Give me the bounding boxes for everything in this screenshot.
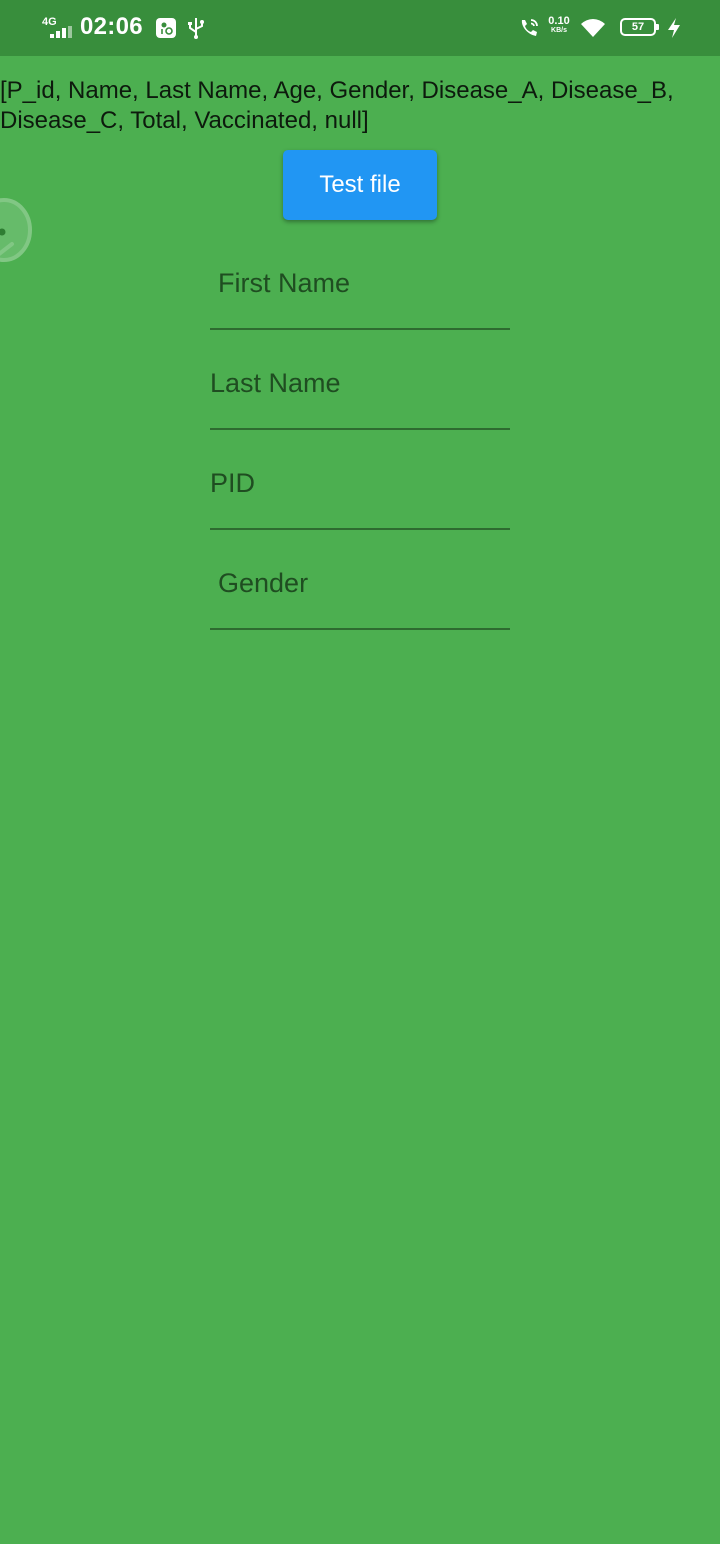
wifi-icon [581, 19, 605, 37]
csv-header-text: [P_id, Name, Last Name, Age, Gender, Dis… [0, 77, 674, 134]
gender-input[interactable] [210, 568, 508, 599]
last-name-field[interactable] [210, 358, 510, 430]
pid-input[interactable] [210, 468, 500, 499]
network-speed-value: 0.10 [548, 15, 570, 27]
battery-level: 57 [631, 21, 645, 33]
status-bar: 4G 02:06 0.10 KB/s 57 [0, 0, 720, 56]
charging-icon [668, 18, 680, 38]
battery-icon: 57 [620, 18, 659, 36]
test-file-button[interactable]: Test file [283, 150, 437, 220]
first-name-field[interactable] [210, 258, 510, 330]
usb-icon [188, 18, 204, 39]
usb-debugging-icon [156, 18, 176, 38]
network-speed-unit: KB/s [551, 27, 567, 34]
gender-field[interactable] [210, 558, 510, 630]
signal-strength-icon [50, 26, 72, 38]
first-name-input[interactable] [210, 268, 508, 299]
wifi-calling-icon [521, 19, 538, 36]
clock: 02:06 [80, 13, 143, 40]
last-name-input[interactable] [210, 368, 500, 399]
pid-field[interactable] [210, 458, 510, 530]
network-speed: 0.10 KB/s [545, 16, 573, 36]
virus-mascot-icon [0, 198, 32, 262]
